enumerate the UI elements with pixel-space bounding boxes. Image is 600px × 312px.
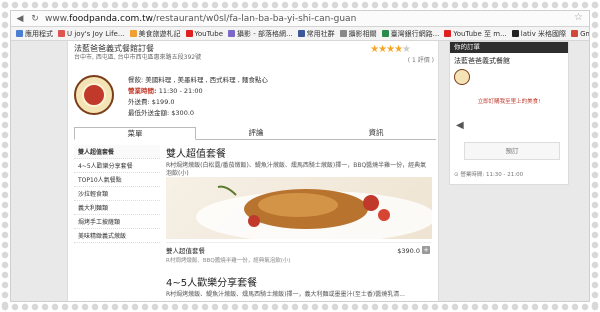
min-order-value: $300.0: [171, 109, 195, 117]
order-cart: 你的訂單 法藍爸爸義式餐館 立即訂購我至里上的美食! ◀ 預訂 ⊙ 營業時間: …: [449, 41, 569, 185]
bookmark-label: 應用程式: [25, 29, 53, 38]
bookmark-item[interactable]: YouTube 至 m...: [444, 29, 507, 39]
bookmark-item[interactable]: 臺灣銀行網路...: [381, 29, 440, 39]
star-icon: ★: [386, 44, 395, 55]
section-couple-set: 雙人超值套餐 R村焗烤燉飯(白松露/番茄燉飯)、鯷魚汁燉飯、燻馬西騎士燉飯)擇一…: [166, 145, 432, 178]
star-icon: ★: [378, 44, 387, 55]
bookmark-item[interactable]: U joy's Joy Life...: [58, 30, 125, 38]
restaurant-info: 餐飲: 美國料理 , 美墨料理 , 西式料理 , 麵食點心 營業時間: 11:3…: [128, 75, 268, 119]
section-title: 4~5人歡樂分享套餐: [166, 278, 258, 289]
tab-reviews[interactable]: 評論: [196, 127, 316, 139]
bookmark-label: 美食旅遊札記: [138, 29, 181, 38]
category-item[interactable]: 美味精緻義式燉飯: [74, 229, 160, 243]
category-item[interactable]: 雙人超值套餐: [74, 145, 160, 159]
restaurant-main: 法藍爸爸義式餐館訂餐 台中市, 西屯區, 台中市西屯區惠來路五段392號 ★★★…: [67, 41, 439, 301]
bookmark-item[interactable]: 攝影相關: [339, 29, 377, 39]
bookmark-favicon-icon: [16, 30, 23, 37]
bookmark-label: U joy's Joy Life...: [67, 29, 125, 38]
bookmark-label: YouTube: [194, 29, 223, 38]
page-content: 法藍爸爸義式餐館訂餐 台中市, 西屯區, 台中市西屯區惠來路五段392號 ★★★…: [11, 41, 589, 301]
section-group-set: 4~5人歡樂分享套餐 R村焗烤燉飯、鯷魚汁燉飯、燻馬西騎士燉飯)擇一，義大利麵或…: [166, 274, 432, 299]
bookmark-item[interactable]: 美食旅遊札記: [129, 29, 181, 39]
category-item[interactable]: TOP10人氣餐點: [74, 173, 160, 187]
bookmark-favicon-icon: [228, 30, 235, 37]
bookmark-favicon-icon: [381, 30, 389, 37]
bookmark-label: 常用社群: [306, 29, 335, 38]
delivery-fee-label: 外送費:: [128, 98, 150, 106]
bookmark-item[interactable]: 常用社群: [297, 29, 335, 39]
cart-message: 立即訂購我至里上的美食!: [477, 99, 541, 105]
item-price: $390.0: [397, 247, 420, 255]
delivery-fee-value: $199.0: [151, 98, 175, 106]
bookmarks-bar: 應用程式 U joy's Joy Life... 美食旅遊札記 YouTube 攝影 -…: [11, 27, 589, 41]
bookmark-favicon-icon: [297, 30, 305, 37]
bookmark-label: YouTube 至 m...: [453, 29, 507, 38]
bookmark-item[interactable]: Gmail: [571, 30, 589, 38]
section-desc: R村焗烤燉飯(白松露/番茄燉飯)、鯷魚汁燉飯、燻馬西騎士燉飯)擇一，BBQ醬燒半…: [166, 162, 427, 177]
rating-stars: ★★★★★: [370, 44, 411, 55]
bookmark-item[interactable]: 攝影 - 部落格網...: [228, 29, 293, 39]
bookmark-favicon-icon: [571, 30, 579, 37]
reload-icon[interactable]: ↻: [29, 13, 41, 25]
tab-menu[interactable]: 菜單: [74, 127, 196, 140]
perforation-top: [0, 0, 600, 10]
category-list: 雙人超值套餐 4~5人歡樂分享套餐 TOP10人氣餐點 沙拉輕食類 義大利麵類 焗烤手工披…: [74, 145, 160, 243]
bookmark-item[interactable]: YouTube: [185, 29, 223, 38]
bookmark-star-icon[interactable]: ☆: [574, 12, 583, 23]
url-text[interactable]: www.foodpanda.com.tw/restaurant/w0sl/fa-…: [45, 14, 356, 24]
tab-info[interactable]: 資訊: [316, 127, 436, 139]
perforation-right: [590, 0, 600, 312]
bookmark-item[interactable]: lativ 米格國際: [511, 29, 567, 39]
bookmark-favicon-icon: [444, 30, 452, 37]
min-order-label: 最低外送金額:: [128, 109, 170, 117]
bookmark-favicon-icon: [185, 30, 193, 37]
stamp-frame: ◀ ↻ www.foodpanda.com.tw/restaurant/w0sl…: [0, 0, 600, 312]
bookmark-favicon-icon: [511, 30, 519, 37]
star-icon: ★: [394, 44, 403, 55]
item-desc: R村焗烤燉飯、BBQ醬燒半雞一份，經典氣泡飲(小): [166, 258, 291, 264]
bookmark-favicon-icon: [129, 30, 137, 37]
address-bar[interactable]: ◀ ↻ www.foodpanda.com.tw/restaurant/w0sl…: [11, 11, 589, 27]
hours-value: 11:30 - 21:00: [158, 87, 203, 95]
perforation-bottom: [0, 302, 600, 312]
bookmark-item[interactable]: 應用程式: [16, 29, 53, 39]
restaurant-logo: [74, 75, 114, 115]
star-icon: ★: [402, 44, 411, 55]
category-item[interactable]: 焗烤手工披薩類: [74, 215, 160, 229]
bookmark-label: 攝影相關: [348, 29, 377, 38]
cart-restaurant-name: 法藍爸爸義式餐館: [454, 57, 510, 65]
reviews-count[interactable]: ( 1 評價 ): [408, 55, 434, 64]
cart-logo: [454, 69, 470, 85]
back-icon[interactable]: ◀: [14, 13, 26, 25]
checkout-button[interactable]: 預訂: [464, 142, 560, 160]
browser-window: ◀ ↻ www.foodpanda.com.tw/restaurant/w0sl…: [10, 10, 590, 302]
hours-label: 營業時間:: [128, 87, 157, 95]
section-title: 雙人超值套餐: [166, 149, 226, 160]
menu-tabs: 菜單 評論 資訊: [74, 127, 436, 140]
arrow-left-icon: ◀: [456, 120, 464, 131]
cart-hours: ⊙ 營業時間: 11:30 - 21:00: [454, 172, 524, 178]
food-photo: [166, 177, 432, 239]
bookmark-label: Gmail: [580, 29, 589, 38]
restaurant-address: 台中市, 西屯區, 台中市西屯區惠來路五段392號: [74, 54, 202, 61]
cuisine-text: 餐飲: 美國料理 , 美墨料理 , 西式料理 , 麵食點心: [128, 76, 268, 84]
add-item-button[interactable]: +: [422, 246, 430, 254]
item-name: 雙人超值套餐: [166, 247, 205, 255]
category-item[interactable]: 4~5人歡樂分享套餐: [74, 159, 160, 173]
cart-header: 你的訂單: [450, 42, 568, 53]
bookmark-label: 臺灣銀行網路...: [390, 29, 440, 38]
star-icon: ★: [370, 44, 379, 55]
section-desc: R村焗烤燉飯、鯷魚汁燉飯、燻馬西騎士燉飯)擇一，義大利麵或墨墨汁(至士香)醬燒乳…: [166, 291, 405, 298]
bookmark-favicon-icon: [58, 30, 65, 37]
bookmark-label: lativ 米格國際: [520, 29, 567, 38]
category-item[interactable]: 義大利麵類: [74, 201, 160, 215]
bookmark-label: 攝影 - 部落格網...: [237, 29, 293, 38]
perforation-left: [0, 0, 10, 312]
category-item[interactable]: 沙拉輕食類: [74, 187, 160, 201]
menu-item[interactable]: 雙人超值套餐 R村焗烤燉飯、BBQ醬燒半雞一份，經典氣泡飲(小) $390.0 …: [166, 242, 432, 265]
bookmark-favicon-icon: [339, 30, 347, 37]
